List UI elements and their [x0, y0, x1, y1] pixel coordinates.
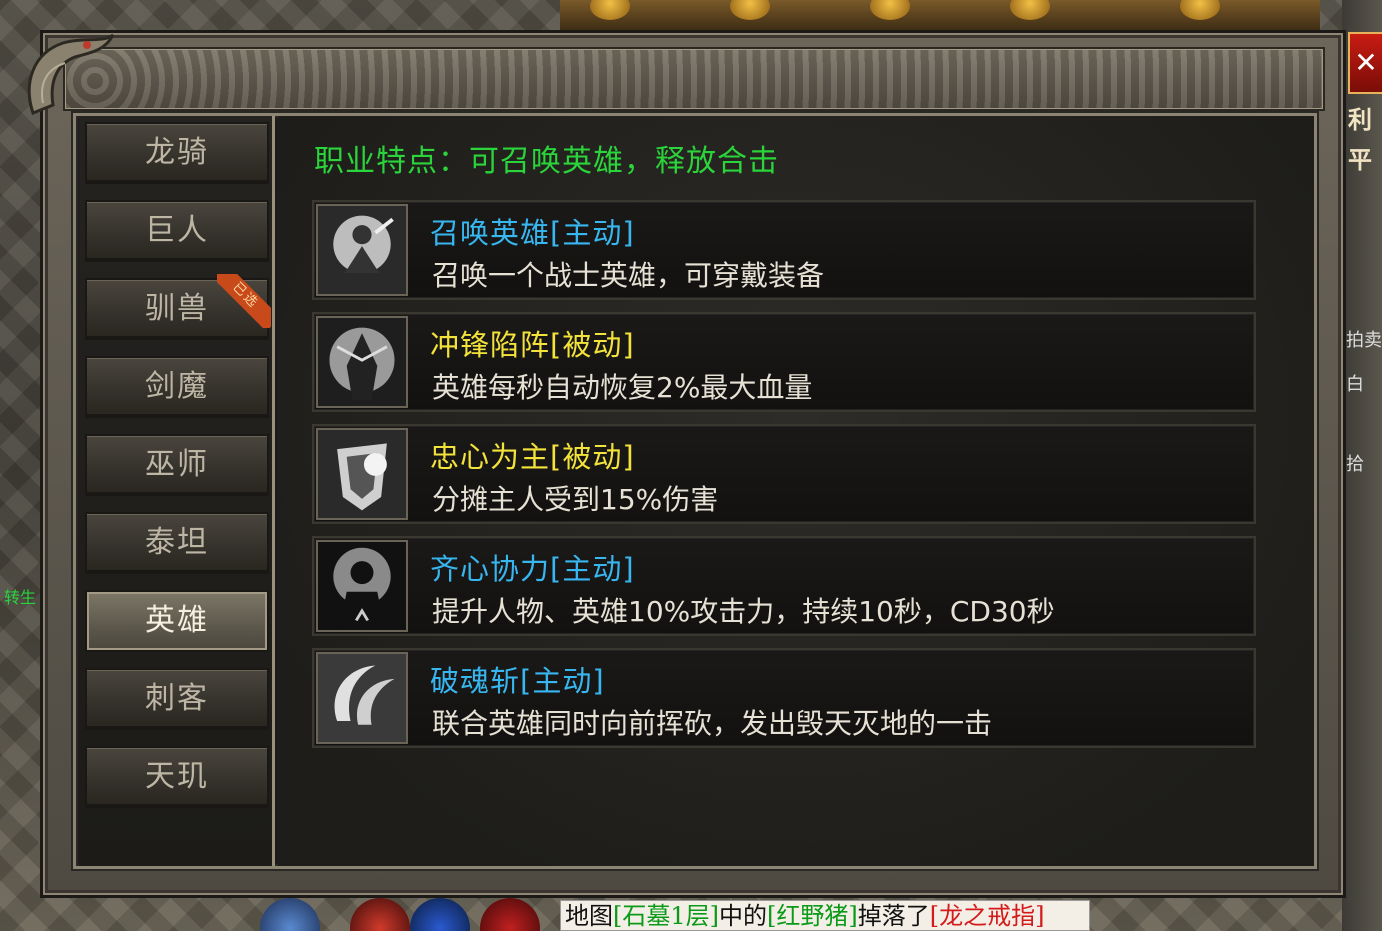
skill-description: 联合英雄同时向前挥砍，发出毁天灭地的一击 [432, 707, 993, 740]
skill-description: 分摊主人受到15%伤害 [432, 483, 719, 516]
inner-frame: 龙骑 巨人 驯兽 已选 剑魔 巫师 泰坦 英雄 刺客 天玑 职业特点：可召唤英雄… [73, 113, 1317, 869]
skill-description: 英雄每秒自动恢复2%最大血量 [432, 371, 813, 404]
sidebar-item-beast-tamer[interactable]: 驯兽 已选 [85, 274, 271, 340]
side-label: 转生 [4, 588, 37, 607]
soul-slash-icon [316, 652, 408, 744]
window-header [63, 47, 1325, 111]
right-label[interactable]: 拾 [1346, 450, 1364, 476]
right-glyph: 平 [1348, 146, 1372, 174]
skill-row[interactable]: 齐心协力[主动] 提升人物、英雄10%攻击力，持续10秒，CD30秒 [312, 536, 1256, 636]
skill-name: 召唤英雄[主动] [430, 216, 635, 250]
skill-description: 提升人物、英雄10%攻击力，持续10秒，CD30秒 [432, 595, 1055, 628]
summon-hero-icon [316, 204, 408, 296]
sidebar-item-tianji[interactable]: 天玑 [85, 746, 269, 808]
class-trait-text: 职业特点：可召唤英雄，释放合击 [314, 144, 779, 179]
sidebar-item-wizard[interactable]: 巫师 [85, 434, 269, 496]
sidebar-item-hero[interactable]: 英雄 [85, 590, 269, 652]
sidebar-item-assassin[interactable]: 刺客 [85, 668, 269, 730]
class-sidebar: 龙骑 巨人 驯兽 已选 剑魔 巫师 泰坦 英雄 刺客 天玑 [79, 116, 275, 866]
skill-row[interactable]: 冲锋陷阵[被动] 英雄每秒自动恢复2%最大血量 [312, 312, 1256, 412]
close-button[interactable]: ✕ [1348, 32, 1382, 94]
right-glyph: 利 [1348, 106, 1372, 134]
unity-icon [316, 540, 408, 632]
skill-row[interactable]: 召唤英雄[主动] 召唤一个战士英雄，可穿戴装备 [312, 200, 1256, 300]
menu-orb-icon [1180, 0, 1220, 20]
class-info-window: 龙骑 巨人 驯兽 已选 剑魔 巫师 泰坦 英雄 刺客 天玑 职业特点：可召唤英雄… [27, 30, 1346, 898]
skill-name: 忠心为主[被动] [430, 440, 635, 474]
loyalty-shield-icon [316, 428, 408, 520]
right-side-panel: 利 平 拍卖 白 拾 [1342, 0, 1382, 931]
selected-ribbon: 已选 [217, 274, 271, 328]
sidebar-item-sword-demon[interactable]: 剑魔 [85, 356, 269, 418]
top-menu-strip [560, 0, 1320, 32]
sidebar-item-dragon-rider[interactable]: 龙骑 [85, 122, 269, 184]
sidebar-item-giant[interactable]: 巨人 [85, 200, 269, 262]
menu-orb-icon [730, 0, 770, 20]
menu-orb-icon [870, 0, 910, 20]
skill-name: 齐心协力[主动] [430, 552, 635, 586]
skill-row[interactable]: 破魂斩[主动] 联合英雄同时向前挥砍，发出毁天灭地的一击 [312, 648, 1256, 748]
charge-icon [316, 316, 408, 408]
right-label[interactable]: 拍卖 [1346, 326, 1382, 352]
skill-name: 破魂斩[主动] [430, 664, 605, 698]
menu-orb-icon [590, 0, 630, 20]
class-detail-panel: 职业特点：可召唤英雄，释放合击 召唤英雄[主动] 召唤一个战士英雄，可穿戴装备 [278, 116, 1314, 866]
menu-orb-icon [1010, 0, 1050, 20]
skill-name: 冲锋陷阵[被动] [430, 328, 635, 362]
right-label: 白 [1346, 374, 1364, 395]
sidebar-item-titan[interactable]: 泰坦 [85, 512, 269, 574]
system-message: 地图[石墓1层]中的[红野猪]掉落了[龙之戒指] [560, 900, 1090, 931]
skill-description: 召唤一个战士英雄，可穿戴装备 [432, 259, 825, 292]
skill-row[interactable]: 忠心为主[被动] 分摊主人受到15%伤害 [312, 424, 1256, 524]
